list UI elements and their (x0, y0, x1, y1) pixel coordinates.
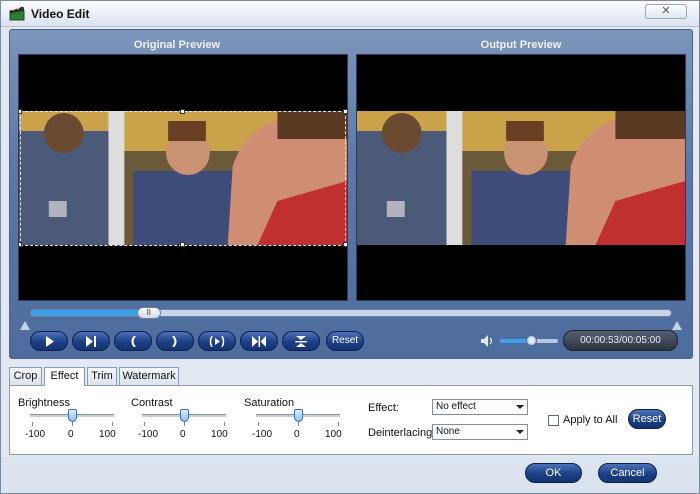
video-frame-output (357, 111, 685, 245)
progress-fill (31, 310, 140, 316)
set-end-button[interactable] (156, 331, 194, 351)
crop-rectangle[interactable] (20, 111, 346, 246)
tick (32, 422, 33, 426)
open-bracket-icon (131, 336, 136, 347)
contrast-min: -100 (138, 429, 159, 440)
split-button[interactable] (240, 331, 278, 351)
chevron-down-icon (516, 430, 524, 434)
brightness-thumb[interactable] (68, 409, 77, 422)
output-preview (356, 54, 686, 301)
tab-effect[interactable]: Effect (44, 367, 85, 386)
saturation-thumb[interactable] (294, 409, 303, 422)
tick (184, 422, 185, 426)
ok-button[interactable]: OK (525, 463, 582, 483)
next-frame-button[interactable] (72, 331, 110, 351)
tick (258, 422, 259, 426)
contrast-thumb[interactable] (180, 409, 189, 422)
brightness-label: Brightness (18, 397, 70, 409)
close-bracket-icon (172, 336, 177, 347)
deinterlacing-label: Deinterlacing: (368, 427, 436, 439)
tab-watermark[interactable]: Watermark (119, 367, 179, 385)
play-button[interactable] (30, 331, 68, 351)
brightness-min: -100 (25, 429, 46, 440)
progress-slider[interactable]: II (30, 307, 672, 319)
play-selection-button[interactable] (198, 331, 236, 351)
close-button[interactable]: ✕ (645, 4, 687, 19)
flip-button[interactable] (282, 331, 320, 351)
deinterlacing-select[interactable]: None (432, 424, 528, 440)
film-clapper-icon (9, 6, 25, 21)
step-forward-icon (86, 336, 96, 347)
apply-to-all-checkbox[interactable] (548, 415, 559, 426)
progress-thumb[interactable]: II (136, 307, 161, 319)
crop-handle[interactable] (19, 109, 22, 114)
set-start-button[interactable] (114, 331, 152, 351)
saturation-max: 100 (325, 429, 342, 440)
time-display: 00:00:53/00:05:00 (563, 330, 678, 351)
saturation-mid: 0 (294, 429, 300, 440)
effect-label: Effect: (368, 402, 399, 414)
tick (144, 422, 145, 426)
volume-thumb[interactable] (525, 335, 537, 346)
tick (112, 422, 113, 426)
output-preview-label: Output Preview (480, 39, 562, 51)
original-preview[interactable] (18, 54, 348, 301)
tab-trim[interactable]: Trim (87, 367, 117, 385)
video-edit-window: Video Edit ✕ Original Preview Output Pre… (0, 0, 700, 494)
apply-to-all-label: Apply to All (563, 414, 618, 426)
effect-panel: Brightness -100 0 100 Contrast -100 0 10… (9, 385, 693, 455)
crop-handle[interactable] (180, 242, 185, 247)
brightness-mid: 0 (68, 429, 74, 440)
contrast-label: Contrast (131, 397, 173, 409)
cancel-button[interactable]: Cancel (598, 463, 657, 483)
start-marker-icon[interactable] (20, 321, 30, 330)
volume-slider[interactable] (500, 335, 558, 346)
brightness-max: 100 (99, 429, 116, 440)
speaker-icon (481, 335, 493, 347)
end-marker-icon[interactable] (672, 321, 682, 330)
flip-vertical-icon (295, 336, 307, 347)
deinterlacing-select-value: None (436, 426, 460, 437)
tick (298, 422, 299, 426)
contrast-mid: 0 (180, 429, 186, 440)
crop-handle[interactable] (19, 242, 22, 247)
original-preview-label: Original Preview (133, 39, 221, 51)
title-bar: Video Edit ✕ (1, 1, 699, 27)
preview-panel: Original Preview Output Preview II Reset… (9, 29, 693, 359)
saturation-label: Saturation (244, 397, 295, 409)
crop-handle[interactable] (343, 242, 347, 247)
crop-handle[interactable] (343, 109, 347, 114)
split-icon (252, 336, 266, 347)
reset-effect-button[interactable]: Reset (628, 409, 666, 429)
crop-handle[interactable] (180, 109, 185, 114)
tab-crop[interactable]: Crop (9, 367, 42, 385)
dialog-footer: OK Cancel (1, 457, 699, 493)
play-selection-icon (209, 336, 225, 347)
chevron-down-icon (516, 405, 524, 409)
window-title: Video Edit (31, 7, 90, 21)
play-icon (46, 336, 54, 347)
effect-select[interactable]: No effect (432, 399, 528, 415)
tick (224, 422, 225, 426)
effect-select-value: No effect (436, 401, 476, 412)
tick (72, 422, 73, 426)
saturation-min: -100 (252, 429, 273, 440)
tick (338, 422, 339, 426)
contrast-max: 100 (211, 429, 228, 440)
reset-playback-button[interactable]: Reset (326, 331, 364, 351)
